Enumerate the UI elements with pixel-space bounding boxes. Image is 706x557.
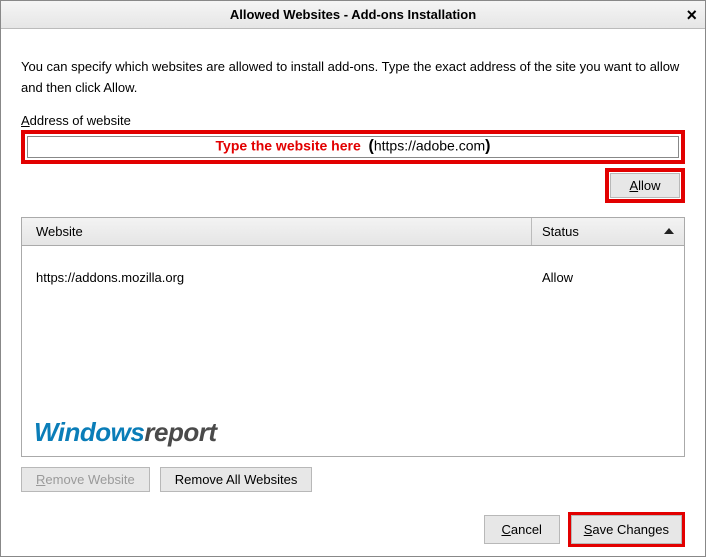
watermark-part1: Windows <box>34 417 144 447</box>
remove-website-button: Remove Website <box>21 467 150 492</box>
allowed-sites-table: Website Status https://addons.mozilla.or… <box>21 217 685 457</box>
remove-all-rest: emove All Websites <box>184 472 297 487</box>
window-title: Allowed Websites - Add-ons Installation <box>230 7 476 22</box>
sort-ascending-icon <box>664 228 674 234</box>
remove-website-accel: R <box>36 472 45 487</box>
allow-rest: llow <box>638 178 660 193</box>
cancel-rest: ancel <box>511 522 542 537</box>
column-header-status[interactable]: Status <box>532 218 684 245</box>
address-input[interactable] <box>27 136 679 158</box>
cell-status: Allow <box>532 270 684 285</box>
address-label-accel: A <box>21 113 30 128</box>
allow-button-highlight: Allow <box>605 168 685 203</box>
address-label-rest: ddress of website <box>30 113 131 128</box>
save-changes-button[interactable]: Save Changes <box>571 515 682 544</box>
save-rest: ave Changes <box>592 522 669 537</box>
address-input-highlight: Type the website here (https://adobe.com… <box>21 130 685 164</box>
cell-website: https://addons.mozilla.org <box>22 270 532 285</box>
instructions-text: You can specify which websites are allow… <box>21 57 685 99</box>
table-header: Website Status <box>22 218 684 246</box>
address-label: Address of website <box>21 113 685 128</box>
cancel-accel: C <box>501 522 510 537</box>
watermark-logo: Windowsreport <box>34 417 217 448</box>
cancel-button[interactable]: Cancel <box>484 515 560 544</box>
remove-website-rest: emove Website <box>45 472 134 487</box>
allow-button[interactable]: Allow <box>610 173 680 198</box>
allow-accel: A <box>629 178 638 193</box>
table-row[interactable]: https://addons.mozilla.org Allow <box>22 246 684 278</box>
watermark-part2: report <box>144 417 216 447</box>
remove-all-accel: R <box>175 472 184 487</box>
column-header-website[interactable]: Website <box>22 218 532 245</box>
titlebar: Allowed Websites - Add-ons Installation … <box>1 1 705 29</box>
remove-all-websites-button[interactable]: Remove All Websites <box>160 467 313 492</box>
column-header-status-label: Status <box>542 224 579 239</box>
table-body: https://addons.mozilla.org Allow <box>22 246 684 278</box>
dialog-content: You can specify which websites are allow… <box>1 29 705 557</box>
close-icon[interactable]: × <box>686 3 697 27</box>
save-button-highlight: Save Changes <box>568 512 685 547</box>
